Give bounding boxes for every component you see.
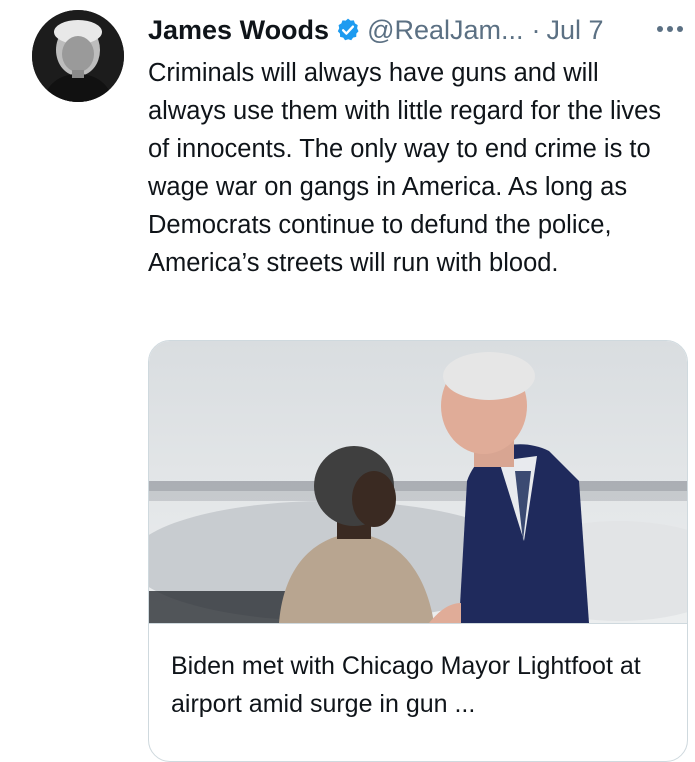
card-headline[interactable]: Biden met with Chicago Mayor Lightfoot a… — [171, 647, 671, 723]
link-preview-card[interactable]: Biden met with Chicago Mayor Lightfoot a… — [148, 340, 688, 762]
meta-separator: · — [531, 14, 541, 45]
author-name[interactable]: James Woods — [148, 15, 329, 46]
author-handle[interactable]: @RealJam... — [367, 15, 523, 46]
more-options-button[interactable] — [653, 12, 687, 46]
tweet-header: James Woods @RealJam... · Jul 7 — [148, 10, 695, 50]
news-photo — [149, 341, 687, 623]
avatar-photo — [32, 10, 124, 102]
verified-badge-icon — [335, 17, 361, 43]
card-image[interactable] — [149, 341, 687, 623]
more-horizontal-icon — [657, 26, 683, 32]
author-avatar[interactable] — [32, 10, 124, 102]
tweet-timestamp[interactable]: Jul 7 — [547, 15, 604, 46]
tweet-text: Criminals will always have guns and will… — [148, 59, 662, 277]
card-divider — [149, 623, 687, 624]
